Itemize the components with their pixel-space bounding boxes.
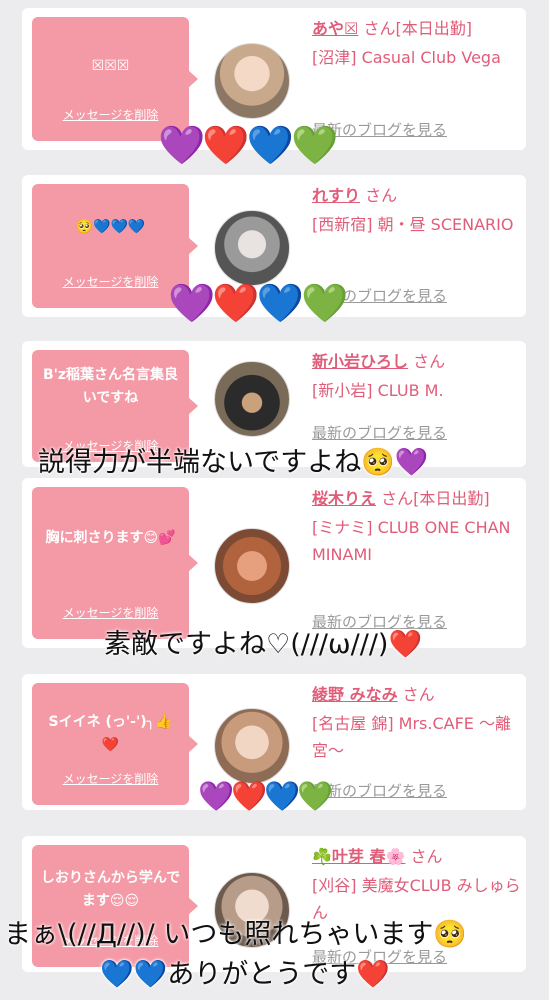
cast-status: さん (360, 186, 398, 205)
message-text: しおりさんから学んでます😌😌 (40, 870, 181, 909)
message-text: Sイイネ (っ'-')╮👍❤️ (48, 714, 173, 753)
shop-name: [ミナミ] CLUB ONE CHAN MINAMI (312, 518, 511, 564)
heart-stickers: 💜❤️💙💚 (168, 281, 348, 325)
message-text: 🥺💙💙💙 (75, 219, 146, 235)
avatar[interactable] (214, 708, 290, 784)
shop-name: [沼津] Casual Club Vega (312, 48, 501, 67)
avatar[interactable] (214, 528, 290, 604)
message-text: ☒☒☒ (91, 58, 130, 74)
message-bubble: Sイイネ (っ'-')╮👍❤️ メッセージを削除 (32, 683, 198, 805)
overlay-caption: まぁ\(//Д//)/ いつも照れちゃいます🥺 (4, 919, 467, 950)
cast-status: さん (405, 847, 443, 866)
delete-message-link[interactable]: メッセージを削除 (32, 273, 189, 290)
latest-blog-link[interactable]: 最新のブログを見る (312, 780, 447, 801)
cast-status: さん[本日出勤] (376, 489, 490, 508)
avatar[interactable] (214, 43, 290, 119)
cast-name-link[interactable]: あや☒ (312, 19, 358, 38)
cast-info: れすり さん [西新宿] 朝・昼 SCENARIO (312, 183, 522, 238)
cast-info: 綾野 みなみ さん [名古屋 錦] Mrs.CAFE ～離宮～ (312, 682, 522, 764)
cast-status: さん (397, 685, 435, 704)
cast-name-link[interactable]: 桜木りえ (312, 489, 376, 508)
cast-name-link[interactable]: ☘️叶芽 春🌸 (312, 847, 405, 866)
shop-name: [新小岩] CLUB M. (312, 381, 444, 400)
delete-message-link[interactable]: メッセージを削除 (32, 106, 189, 123)
cast-name-link[interactable]: れすり (312, 186, 360, 205)
message-text: 胸に刺さります😊💕 (45, 530, 176, 546)
cast-status: さん (408, 352, 446, 371)
cast-name-link[interactable]: 綾野 みなみ (312, 685, 398, 704)
cast-name-link[interactable]: 新小岩ひろし (312, 352, 408, 371)
delete-message-link[interactable]: メッセージを削除 (32, 604, 189, 621)
message-text: B'z稲葉さん名言集良いですね (42, 367, 179, 406)
cast-status: さん[本日出勤] (358, 19, 472, 38)
cast-info: 桜木りえ さん[本日出勤] [ミナミ] CLUB ONE CHAN MINAMI (312, 486, 522, 568)
overlay-caption: 💙💙ありがとうです❤️ (100, 959, 390, 990)
cast-info: あや☒ さん[本日出勤] [沼津] Casual Club Vega (312, 16, 522, 71)
avatar[interactable] (214, 361, 290, 437)
delete-message-link[interactable]: メッセージを削除 (32, 770, 189, 787)
message-bubble: 🥺💙💙💙 メッセージを削除 (32, 184, 198, 308)
overlay-caption: 素敵ですよね♡(///ω///)❤️ (104, 629, 423, 660)
cast-info: 新小岩ひろし さん [新小岩] CLUB M. (312, 349, 522, 404)
overlay-caption: 説得力が半端ないですよね🥺💜 (38, 447, 429, 478)
shop-name: [西新宿] 朝・昼 SCENARIO (312, 215, 514, 234)
message-bubble: 胸に刺さります😊💕 メッセージを削除 (32, 487, 198, 639)
avatar[interactable] (214, 210, 290, 286)
heart-stickers: 💜❤️💙💚 (158, 123, 338, 167)
heart-stickers: 💜❤️💙💚 (198, 779, 333, 813)
shop-name: [名古屋 錦] Mrs.CAFE ～離宮～ (312, 714, 511, 760)
